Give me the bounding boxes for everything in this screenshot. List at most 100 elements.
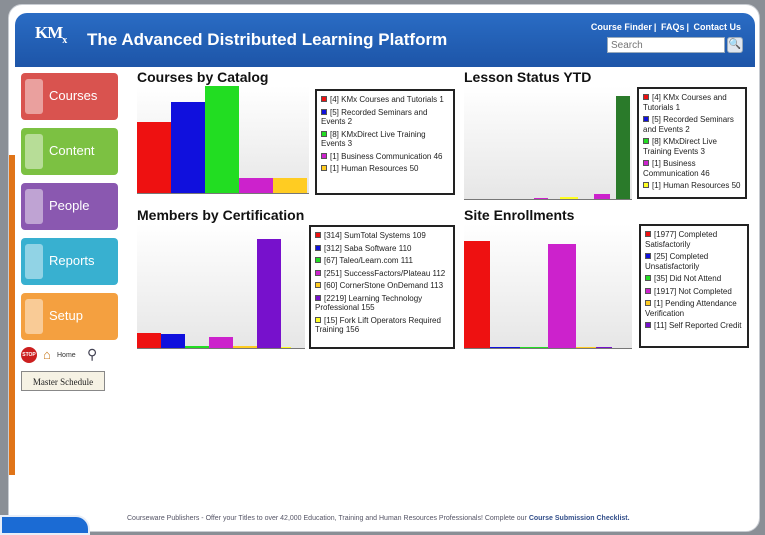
x-axis-line (137, 348, 305, 349)
home-label[interactable]: Home (57, 352, 76, 359)
legend-swatch (645, 231, 651, 237)
legend-item: [4] KMx Courses and Tutorials 1 (643, 93, 741, 112)
chart-bar[interactable] (239, 177, 273, 194)
setup-icon (25, 299, 43, 334)
logo-text: KM (35, 23, 63, 42)
nav-people-button[interactable]: People (21, 183, 118, 230)
chart-bar[interactable] (171, 102, 205, 194)
legend-label: [8] KMxDirect Live Training Events 3 (643, 137, 717, 156)
legend-label: [8] KMxDirect Live Training Events 3 (321, 129, 426, 149)
legend-label: [1977] Completed Satisfactorily (645, 230, 718, 249)
chart-title-site-enrollments: Site Enrollments (464, 207, 575, 223)
chart-bar[interactable] (616, 96, 630, 200)
legend-members-by-certification: [314] SumTotal Systems 109 [312] Saba Sof… (309, 225, 455, 349)
course-finder-link[interactable]: Course Finder (591, 22, 652, 32)
legend-item: [8] KMxDirect Live Training Events 3 (321, 130, 449, 149)
legend-item: [1977] Completed Satisfactorily (645, 230, 743, 249)
magnifier-icon[interactable]: ⚲ (87, 346, 97, 363)
legend-item: [1] Business Communication 46 (643, 159, 741, 178)
content-icon (25, 134, 43, 169)
kmx-logo[interactable]: KMx (35, 23, 69, 47)
reports-icon (25, 244, 43, 279)
legend-site-enrollments: [1977] Completed Satisfactorily [25] Comp… (639, 224, 749, 348)
x-axis-line (137, 193, 309, 194)
legend-item: [5] Recorded Seminars and Events 2 (321, 108, 449, 127)
nav-courses-label: Courses (49, 88, 98, 103)
x-axis-line (464, 348, 632, 349)
chart-title-members-by-certification: Members by Certification (137, 207, 305, 223)
plot-lesson-status[interactable] (464, 86, 632, 200)
legend-swatch (645, 275, 651, 281)
legend-item: [11] Self Reported Credit (645, 321, 743, 331)
legend-item: [1] Human Resources 50 (643, 181, 741, 191)
legend-label: [5] Recorded Seminars and Events 2 (643, 115, 734, 134)
stop-icon[interactable]: STOP (21, 347, 37, 363)
faqs-link[interactable]: FAQs (661, 22, 685, 32)
legend-label: [5] Recorded Seminars and Events 2 (321, 107, 428, 127)
x-axis-line (464, 199, 632, 200)
search-input[interactable] (607, 37, 725, 53)
legend-swatch (645, 253, 651, 259)
chart-bar[interactable] (161, 333, 185, 349)
legend-swatch (321, 152, 327, 159)
legend-label: [2219] Learning Technology Professional … (315, 293, 423, 313)
legend-item: [312] Saba Software 110 (315, 244, 449, 254)
legend-swatch (321, 96, 327, 102)
legend-item: [1] Business Communication 46 (321, 152, 449, 162)
legend-swatch (643, 182, 649, 188)
nav-reports-button[interactable]: Reports (21, 238, 118, 285)
legend-label: [314] SumTotal Systems 109 (324, 231, 426, 240)
master-schedule-button[interactable]: Master Schedule (21, 371, 105, 391)
legend-item: [1] Pending Attendance Verification (645, 299, 743, 318)
chart-title-lesson-status: Lesson Status YTD (464, 69, 592, 85)
legend-item: [314] SumTotal Systems 109 (315, 231, 449, 241)
legend-item: [2219] Learning Technology Professional … (315, 294, 449, 313)
legend-item: [15] Fork Lift Operators Required Traini… (315, 316, 449, 335)
legend-swatch (643, 116, 649, 122)
course-submission-link[interactable]: Course Submission Checklist. (529, 515, 630, 522)
legend-swatch (645, 287, 651, 294)
legend-swatch (643, 160, 649, 166)
contact-us-link[interactable]: Contact Us (693, 22, 741, 32)
logo-sub: x (62, 35, 67, 46)
chart-bar[interactable] (137, 122, 171, 194)
legend-item: [251] SuccessFactors/Plateau 112 (315, 269, 449, 279)
home-icon[interactable]: ⌂ (43, 347, 51, 362)
chart-bar[interactable] (257, 239, 281, 349)
top-links: Course Finder | FAQs | Contact Us (590, 22, 741, 32)
legend-label: [4] KMx Courses and Tutorials 1 (643, 93, 727, 112)
legend-lesson-status: [4] KMx Courses and Tutorials 1 [5] Recor… (637, 87, 747, 199)
legend-item: [5] Recorded Seminars and Events 2 (643, 115, 741, 134)
legend-swatch (315, 232, 321, 238)
legend-label: [1] Business Communication 46 (330, 151, 443, 161)
nav-setup-button[interactable]: Setup (21, 293, 118, 340)
plot-courses-by-catalog[interactable] (137, 86, 309, 194)
plot-members-by-certification[interactable] (137, 224, 305, 349)
browser-frame: KMx The Advanced Distributed Learning Pl… (8, 4, 760, 532)
chart-bar[interactable] (548, 244, 576, 349)
legend-swatch (315, 294, 321, 301)
nav-setup-label: Setup (49, 308, 83, 323)
chart-bar[interactable] (273, 177, 307, 194)
legend-label: [67] Taleo/Learn.com 111 (324, 256, 413, 265)
legend-label: [1] Pending Attendance Verification (645, 299, 737, 318)
legend-courses-by-catalog: [4] KMx Courses and Tutorials 1 [5] Recor… (315, 89, 455, 195)
legend-item: [1] Human Resources 50 (321, 164, 449, 174)
legend-label: [60] CornerStone OnDemand 113 (324, 281, 444, 290)
chart-bar[interactable] (205, 86, 239, 194)
legend-item: [8] KMxDirect Live Training Events 3 (643, 137, 741, 156)
legend-swatch (643, 94, 649, 100)
taskbar-tab[interactable] (0, 515, 90, 535)
chart-bar[interactable] (137, 333, 161, 349)
search-icon[interactable]: 🔍 (727, 37, 743, 53)
nav-content-button[interactable]: Content (21, 128, 118, 175)
chart-bar[interactable] (464, 241, 490, 349)
nav-courses-button[interactable]: Courses (21, 73, 118, 120)
plot-site-enrollments[interactable] (464, 224, 632, 349)
app-title: The Advanced Distributed Learning Platfo… (87, 30, 448, 49)
nav-reports-label: Reports (49, 253, 95, 268)
courses-icon (25, 79, 43, 114)
legend-item: [60] CornerStone OnDemand 113 (315, 281, 449, 291)
legend-label: [1] Human Resources 50 (652, 181, 741, 190)
legend-swatch (315, 257, 321, 263)
